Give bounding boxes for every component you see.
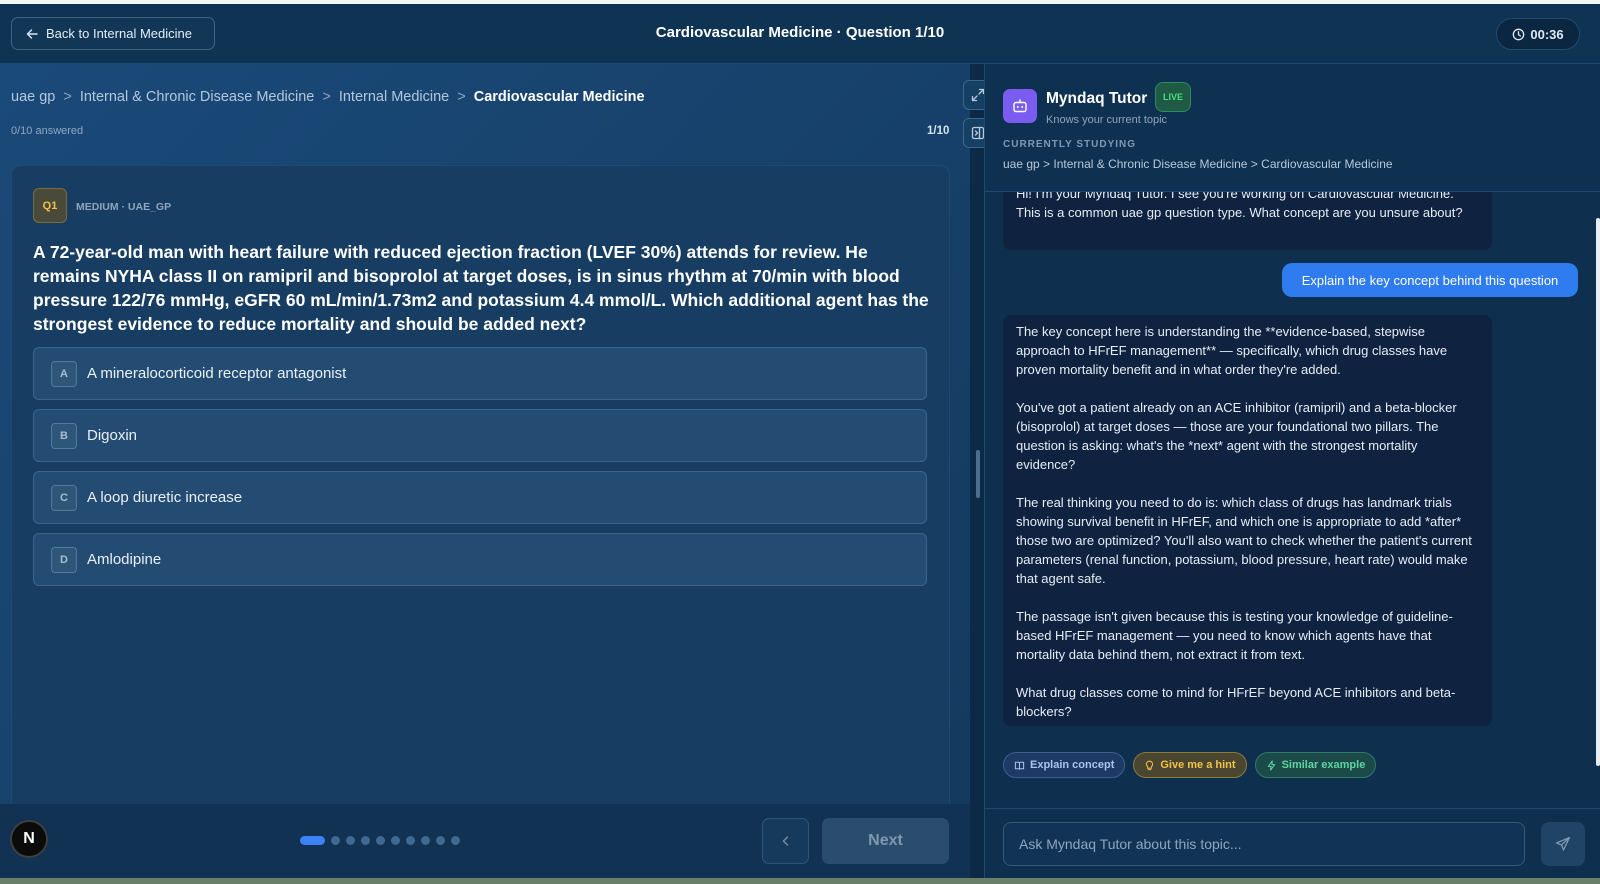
breadcrumb-item[interactable]: Internal Medicine bbox=[339, 89, 449, 105]
timer-value: 00:36 bbox=[1530, 26, 1564, 42]
tutor-header: Myndaq Tutor LIVE Knows your current top… bbox=[985, 64, 1600, 192]
similar-example-chip[interactable]: Similar example bbox=[1254, 752, 1377, 778]
progress-dot[interactable] bbox=[331, 836, 340, 845]
hint-chip[interactable]: Give me a hint bbox=[1133, 752, 1247, 778]
arrow-left-icon bbox=[26, 28, 38, 39]
tutor-panel: Myndaq Tutor LIVE Knows your current top… bbox=[984, 64, 1600, 884]
back-button-label: Back to Internal Medicine bbox=[46, 26, 192, 41]
chip-label: Explain concept bbox=[1030, 759, 1115, 771]
option-text: Amlodipine bbox=[87, 551, 162, 568]
send-icon bbox=[1555, 836, 1571, 851]
option-text: A mineralocorticoid receptor antagonist bbox=[87, 365, 347, 382]
breadcrumb-item[interactable]: Internal & Chronic Disease Medicine bbox=[80, 89, 315, 105]
tutor-name: Myndaq Tutor bbox=[1046, 90, 1148, 107]
question-panel: uae gp > Internal & Chronic Disease Medi… bbox=[0, 64, 993, 884]
breadcrumb-separator: > bbox=[457, 89, 466, 105]
option-letter: C bbox=[51, 484, 77, 511]
chip-label: Similar example bbox=[1281, 759, 1366, 771]
tutor-message: Hi! I'm your Myndaq Tutor. I see you're … bbox=[1003, 192, 1492, 250]
currently-studying-path: uae gp > Internal & Chronic Disease Medi… bbox=[1003, 157, 1393, 171]
expand-icon bbox=[971, 88, 985, 102]
option-letter: B bbox=[51, 422, 77, 449]
message-paragraph: You've got a patient already on an ACE i… bbox=[1016, 400, 1457, 472]
answer-option-c[interactable]: C A loop diuretic increase bbox=[33, 471, 927, 524]
user-avatar[interactable]: N bbox=[10, 820, 48, 858]
top-header: Back to Internal Medicine Cardiovascular… bbox=[0, 4, 1600, 64]
timer: 00:36 bbox=[1496, 18, 1580, 50]
answered-count: 0/10 answered bbox=[11, 125, 84, 137]
user-message: Explain the key concept behind this ques… bbox=[1282, 263, 1578, 297]
send-button[interactable] bbox=[1541, 822, 1585, 866]
progress-dot[interactable] bbox=[391, 836, 400, 845]
message-paragraph: The passage isn't given because this is … bbox=[1016, 609, 1453, 662]
panel-resize-handle[interactable] bbox=[976, 450, 980, 498]
option-text: A loop diuretic increase bbox=[87, 489, 243, 506]
progress-dot[interactable] bbox=[376, 836, 385, 845]
breadcrumb: uae gp > Internal & Chronic Disease Medi… bbox=[11, 89, 645, 105]
answer-option-a[interactable]: A A mineralocorticoid receptor antagonis… bbox=[33, 347, 927, 400]
question-meta: MEDIUM · UAE_GP bbox=[76, 201, 172, 213]
tutor-message: The key concept here is understanding th… bbox=[1003, 315, 1492, 726]
question-number-badge: Q1 bbox=[33, 188, 67, 223]
lightbulb-icon bbox=[1146, 760, 1154, 770]
desktop-background-strip bbox=[0, 878, 1600, 884]
chevron-left-icon bbox=[781, 836, 788, 846]
message-paragraph: The key concept here is understanding th… bbox=[1016, 324, 1448, 377]
progress-dot[interactable] bbox=[406, 836, 415, 845]
tutor-subtitle: Knows your current topic bbox=[1046, 114, 1168, 126]
question-counter: 1/10 bbox=[927, 125, 950, 137]
chip-label: Give me a hint bbox=[1160, 759, 1236, 771]
live-badge: LIVE bbox=[1155, 82, 1191, 112]
previous-button[interactable] bbox=[762, 818, 809, 864]
breadcrumb-item[interactable]: uae gp bbox=[11, 89, 55, 105]
message-paragraph: What drug classes come to mind for HFrEF… bbox=[1016, 685, 1456, 719]
sidebar-panel-icon bbox=[971, 126, 985, 140]
answer-option-b[interactable]: B Digoxin bbox=[33, 409, 927, 462]
chat-input-area bbox=[985, 808, 1600, 884]
quick-actions: Explain concept Give me a hint Similar e… bbox=[1003, 752, 1377, 778]
breadcrumb-separator: > bbox=[63, 89, 72, 105]
progress-dot[interactable] bbox=[346, 836, 355, 845]
page-title: Cardiovascular Medicine · Question 1/10 bbox=[655, 24, 945, 41]
progress-dot[interactable] bbox=[361, 836, 370, 845]
progress-dot-current[interactable] bbox=[300, 836, 325, 845]
back-button[interactable]: Back to Internal Medicine bbox=[11, 17, 215, 50]
option-letter: A bbox=[51, 360, 77, 387]
breadcrumb-separator: > bbox=[322, 89, 331, 105]
message-text: Hi! I'm your Myndaq Tutor. I see you're … bbox=[1016, 192, 1463, 220]
book-icon bbox=[1014, 761, 1025, 770]
next-button[interactable]: Next bbox=[822, 818, 949, 864]
breadcrumb-current: Cardiovascular Medicine bbox=[473, 89, 645, 105]
progress-dot[interactable] bbox=[421, 836, 430, 845]
explain-concept-chip[interactable]: Explain concept bbox=[1003, 752, 1126, 778]
progress-dot[interactable] bbox=[436, 836, 445, 845]
answer-option-d[interactable]: D Amlodipine bbox=[33, 533, 927, 586]
lightning-icon bbox=[1267, 759, 1275, 771]
currently-studying-label: CURRENTLY STUDYING bbox=[1003, 139, 1137, 150]
option-text: Digoxin bbox=[87, 427, 138, 444]
question-text: A 72-year-old man with heart failure wit… bbox=[33, 242, 929, 334]
option-letter: D bbox=[51, 546, 77, 573]
chat-input[interactable] bbox=[1003, 822, 1525, 866]
question-card: Q1 MEDIUM · UAE_GP A 72-year-old man wit… bbox=[11, 165, 950, 851]
robot-icon bbox=[1003, 89, 1037, 123]
progress-dot[interactable] bbox=[451, 836, 460, 845]
question-navigation-bar: N Next bbox=[0, 804, 970, 884]
message-paragraph: The real thinking you need to do is: whi… bbox=[1016, 495, 1472, 586]
chat-scrollbar[interactable] bbox=[1596, 218, 1600, 766]
progress-dots bbox=[300, 836, 460, 845]
clock-icon bbox=[1513, 28, 1525, 40]
